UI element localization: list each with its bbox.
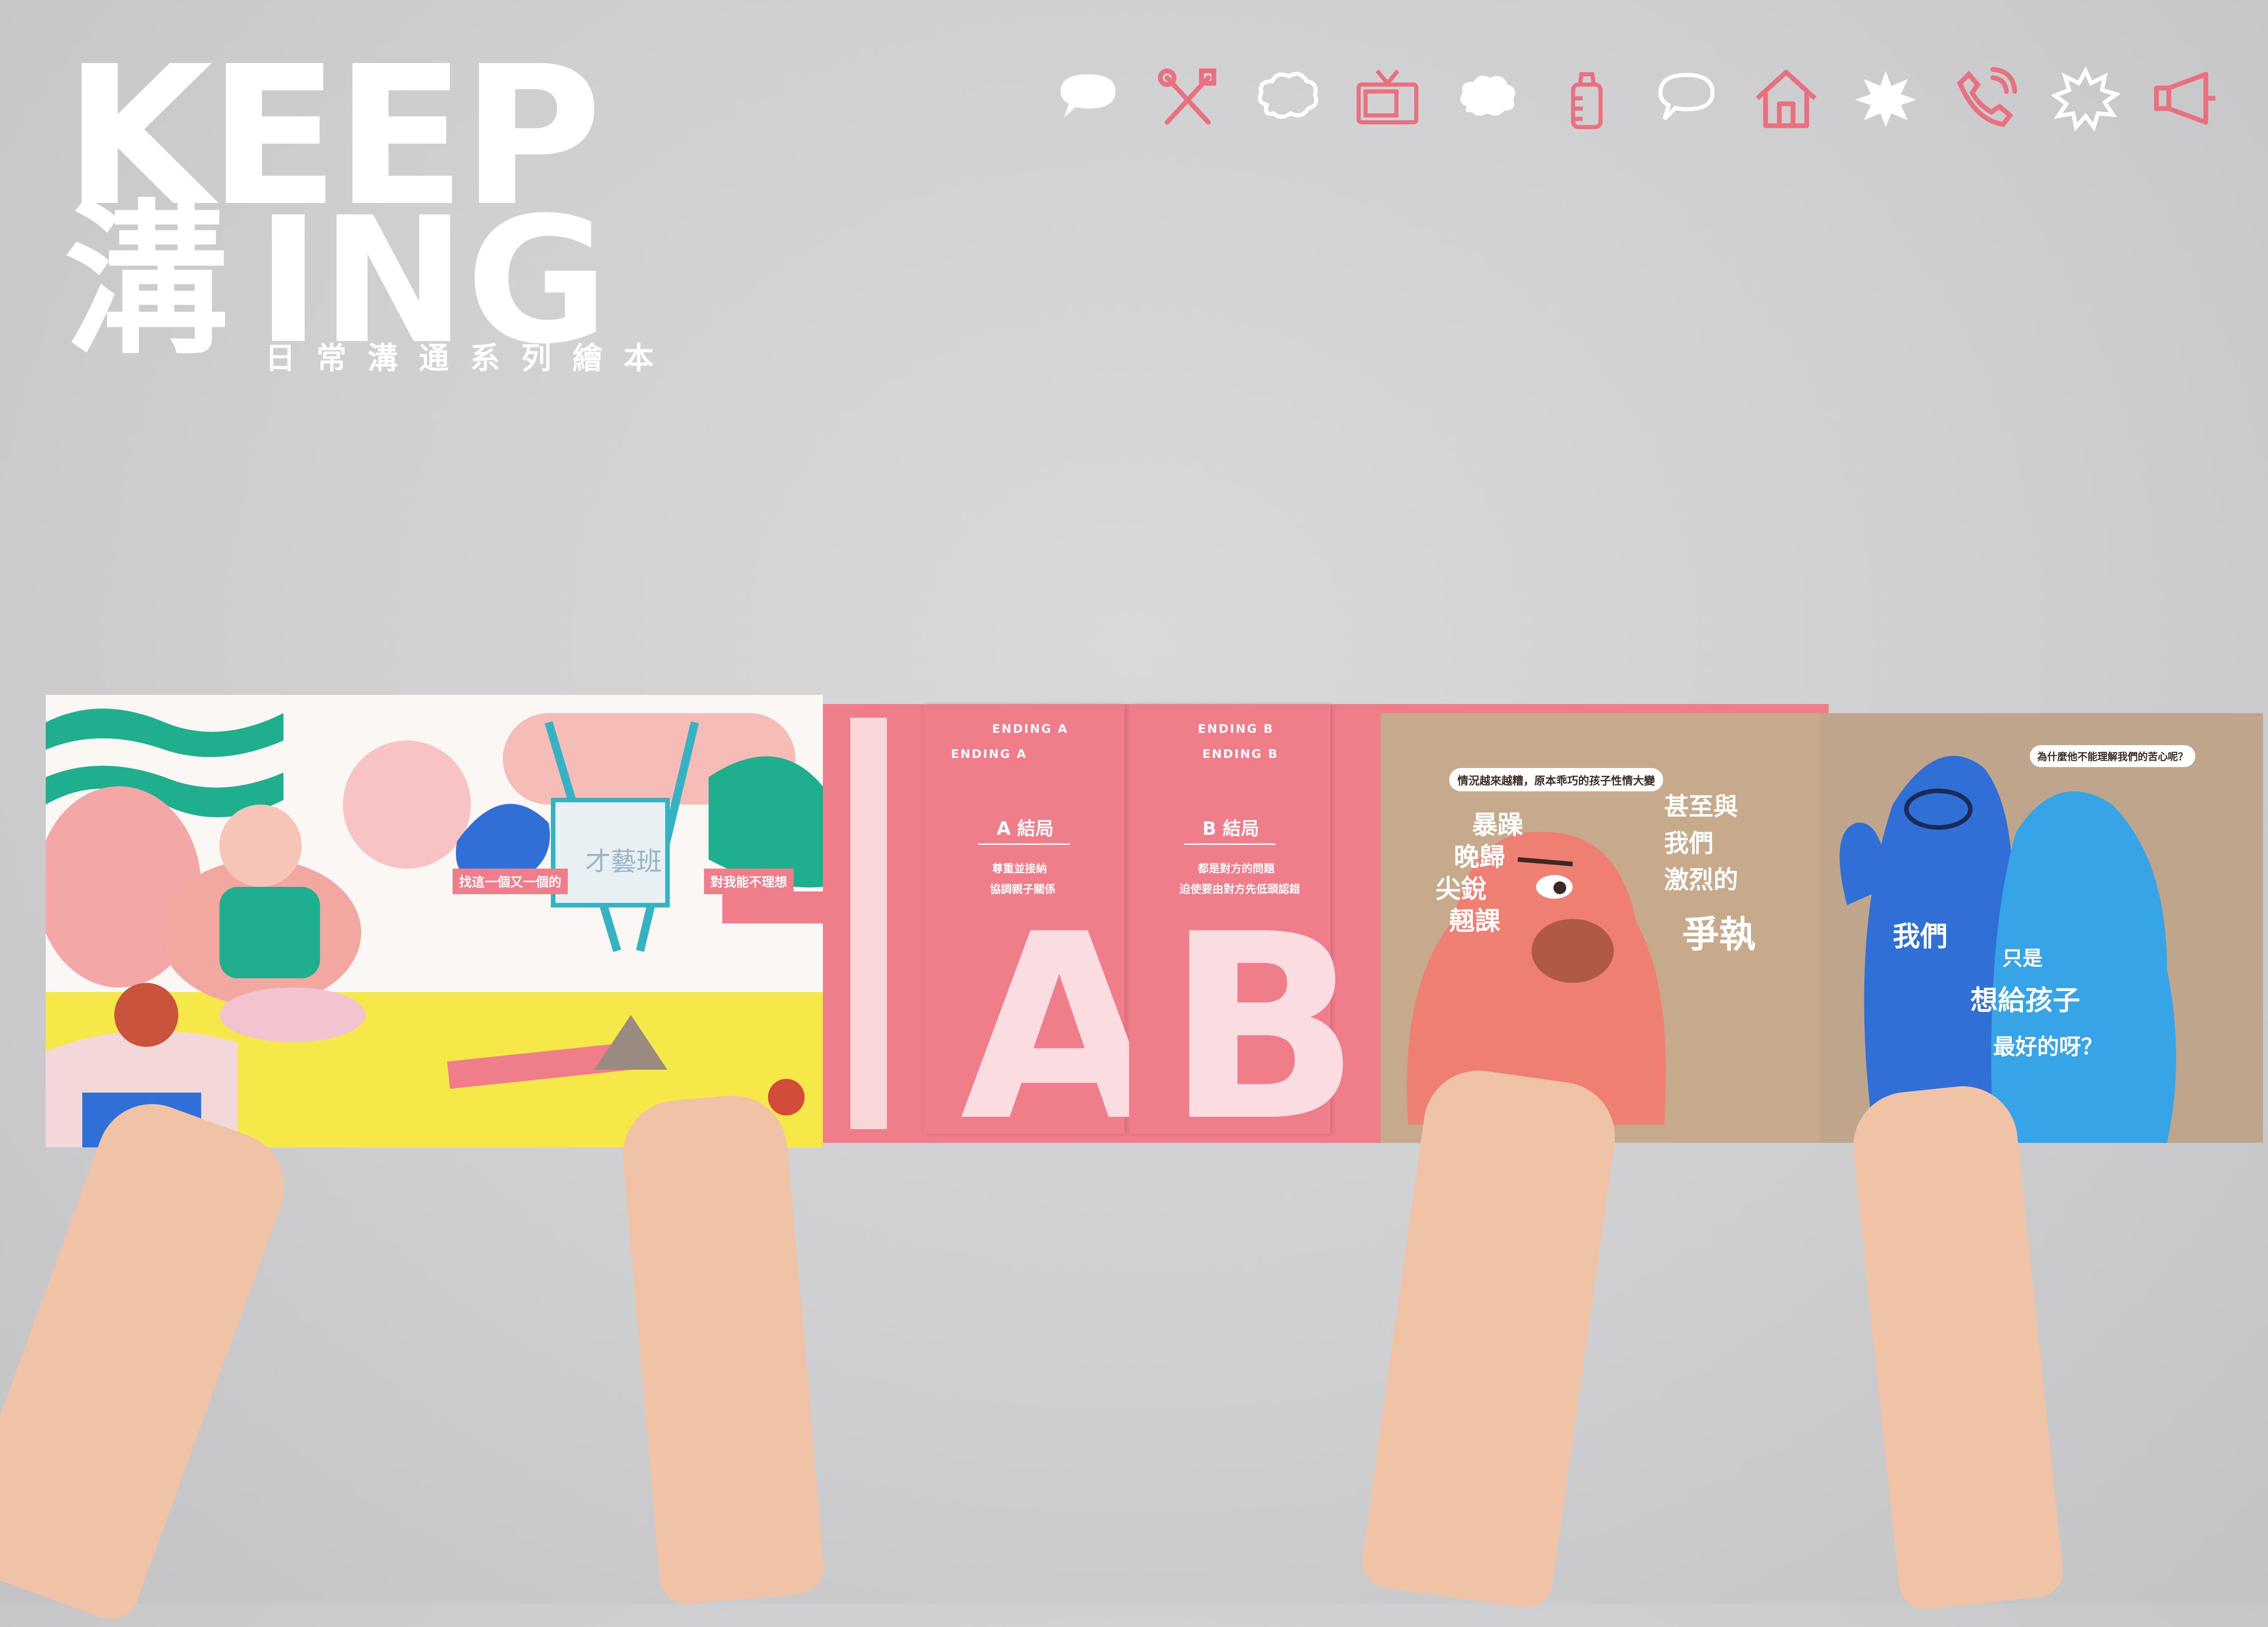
ending-a-line1: 尊重並接納: [992, 862, 1047, 875]
left-word-1: 暴躁: [1472, 811, 1523, 840]
blue-line-3: 想給孩子: [1970, 985, 2080, 1017]
house-icon: [1750, 62, 1823, 135]
left-illustration: [37, 695, 823, 1147]
picture-book: 找這一個又一個的 對我能不理想 才藝班 ENDING A ENDING A A …: [37, 695, 2263, 1157]
left-illustration-page: 找這一個又一個的 對我能不理想 才藝班: [37, 695, 823, 1147]
left-fold: [850, 718, 887, 1129]
tv-icon: [1351, 62, 1424, 135]
hand-left-2: [618, 1091, 827, 1606]
blue-parents-illustration: [1840, 756, 2176, 1143]
phone-icon: [1949, 62, 2023, 135]
hand-left-1: [0, 1088, 300, 1627]
ending-a-banner-2: ENDING A: [951, 747, 1028, 761]
blue-top-note: 為什麼他不能理解我們的苦心呢？: [2030, 745, 2196, 767]
ending-b-banner: ENDING B: [1198, 722, 1274, 736]
spiky-bubble-icon: [2049, 62, 2122, 135]
ending-a-banner: ENDING A: [992, 722, 1069, 736]
blue-parents-page: 為什麼他不能理解我們的苦心呢？ 我們 只是 想給孩子 最好的呀？: [1820, 713, 2263, 1143]
easel-text: 才藝班: [585, 847, 662, 877]
logo-han-text: 溝: [64, 185, 229, 377]
right-word-2: 我們: [1664, 829, 1713, 858]
chat-bubble-icon: [1650, 62, 1723, 135]
left-word-4: 翹課: [1449, 907, 1500, 936]
logo: KEEP 溝 ING 日常溝通系列繪本: [64, 41, 777, 377]
big-a-letter: A: [960, 880, 1158, 1178]
blue-line-4: 最好的呀？: [1993, 1034, 2103, 1060]
thought-bubble-icon: [1451, 62, 1524, 135]
utensils-icon: [1151, 62, 1224, 135]
left-word-2: 晚歸: [1454, 843, 1505, 872]
ending-b-page: ENDING B ENDING B B 結局 都是對方的問題 迫使要由對方先低頭…: [1129, 704, 1361, 1157]
right-word-1: 甚至與: [1664, 792, 1738, 821]
conflict-top-note: 情況越來越糟，原本乖巧的孩子性情大變: [1449, 768, 1663, 791]
hand-right-2: [1847, 1081, 2066, 1612]
logo-subtitle: 日常溝通系列繪本: [265, 341, 675, 376]
ending-b-line1: 都是對方的問題: [1198, 862, 1275, 875]
right-word-3: 激烈的: [1664, 865, 1738, 894]
cloud-bubble-icon: [1251, 62, 1324, 135]
right-conflict-page: 情況越來越糟，原本乖巧的孩子性情大變 暴躁 晚歸 尖銳 翹課 甚至與 我們 激烈…: [1381, 713, 1820, 1143]
speech-bubble-icon: [1051, 62, 1125, 135]
megaphone-icon: [2149, 62, 2222, 135]
blue-line-2: 只是: [2002, 947, 2043, 970]
ending-b-title: B 結局: [1202, 818, 1259, 839]
ending-a-page: ENDING A ENDING A A 結局 尊重並接納 協調親子關係 A: [923, 704, 1158, 1157]
big-b-letter: B: [1166, 880, 1361, 1178]
left-word-3: 尖銳: [1436, 875, 1487, 904]
right-word-4: 爭執: [1682, 913, 1756, 956]
blue-line-1: 我們: [1893, 921, 1948, 953]
left-caption-b: 對我能不理想: [704, 869, 794, 894]
baby-bottle-icon: [1550, 62, 1623, 135]
ending-b-banner-2: ENDING B: [1202, 747, 1279, 761]
burst-icon: [1849, 62, 1922, 135]
ending-a-title: A 結局: [997, 818, 1054, 839]
icon-row: [1051, 59, 2222, 137]
left-caption-a: 找這一個又一個的: [453, 869, 568, 894]
